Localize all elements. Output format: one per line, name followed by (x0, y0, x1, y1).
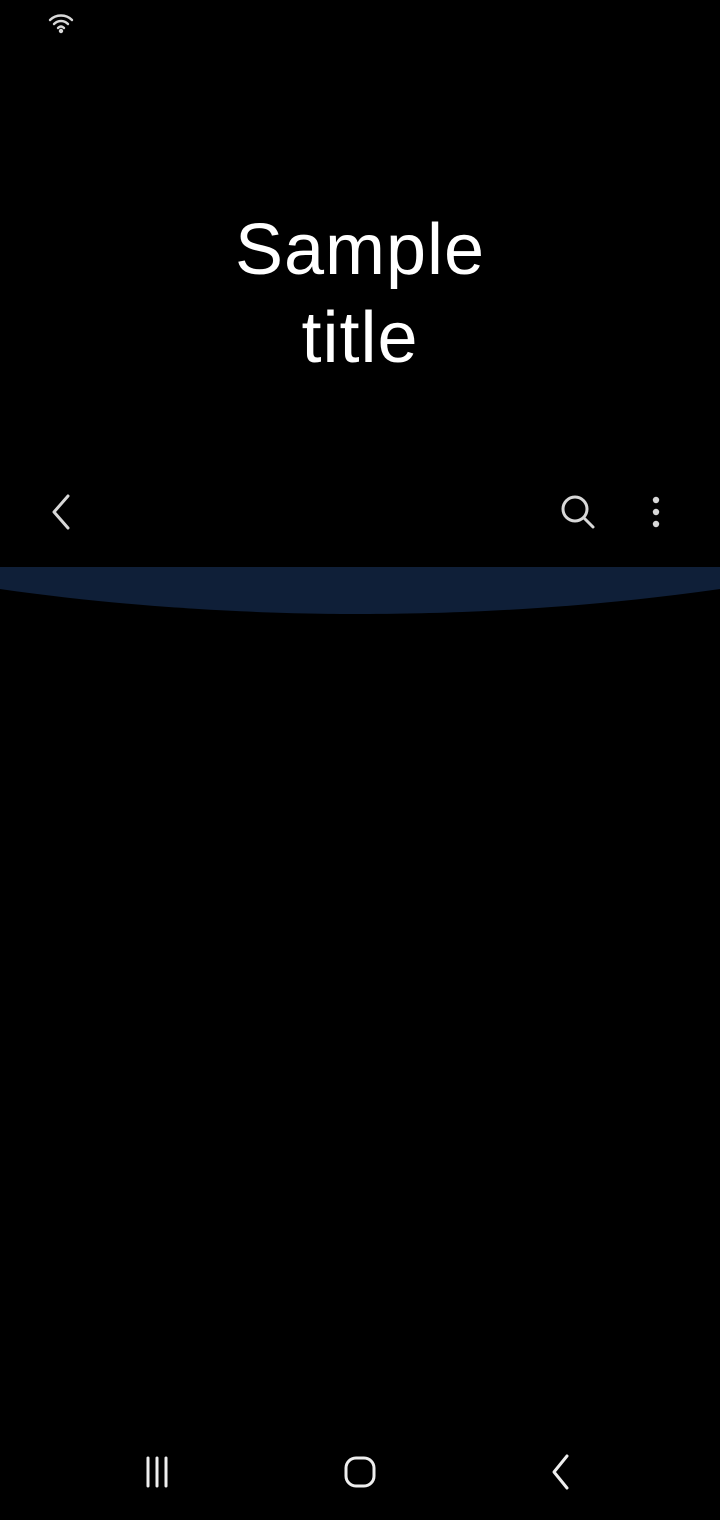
app-toolbar (0, 470, 720, 554)
search-icon (561, 495, 595, 529)
back-button[interactable] (32, 482, 92, 542)
more-vertical-icon (652, 496, 660, 528)
status-bar (0, 0, 720, 48)
page-title: Sample title (0, 206, 720, 382)
back-icon (552, 1454, 569, 1490)
search-button[interactable] (548, 482, 608, 542)
recents-icon (146, 1456, 168, 1488)
chevron-left-icon (52, 494, 70, 530)
wifi-icon (46, 12, 76, 34)
system-back-button[interactable] (527, 1448, 597, 1496)
page-title-line-2: title (301, 298, 419, 378)
page-title-line-1: Sample (234, 210, 486, 290)
home-icon (344, 1456, 376, 1488)
app-screen: Sample title (0, 0, 720, 1520)
home-button[interactable] (325, 1448, 395, 1496)
content-top-curve (0, 567, 720, 625)
system-navigation-bar (0, 1430, 720, 1514)
recents-button[interactable] (122, 1448, 192, 1496)
more-options-button[interactable] (626, 482, 686, 542)
